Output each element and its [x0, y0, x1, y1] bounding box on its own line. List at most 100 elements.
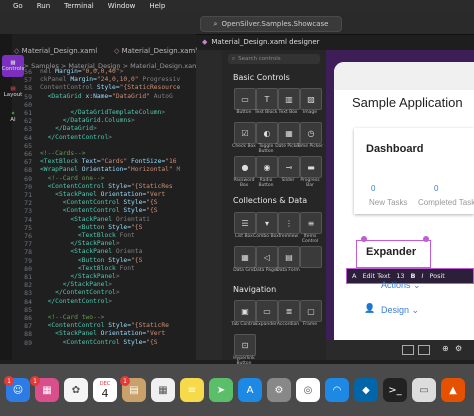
tool-image[interactable]: ▨ [300, 88, 322, 110]
tool-items-control[interactable]: ≡ [300, 212, 322, 234]
tool-icon: ☰ [241, 218, 249, 228]
italic-button[interactable]: I [422, 272, 424, 280]
controls-search[interactable]: ⌕ Search controls [228, 54, 320, 64]
code-line: <ContentControl Style="{StaticRe [47, 322, 169, 330]
tool-expander[interactable]: ▭ [256, 300, 278, 322]
chrome-icon[interactable]: ◎ [296, 378, 320, 402]
tool-data-pager[interactable]: ◁ [256, 246, 278, 268]
design-link[interactable]: Design ⌄ [381, 305, 419, 316]
settings-icon[interactable]: ⚙ [267, 378, 291, 402]
tool-icon: ▦ [241, 252, 249, 262]
tool-icon: ◉ [263, 162, 271, 172]
calendar-day: 4 [101, 386, 109, 400]
tool-hyperlink-button[interactable]: ⊡ [234, 334, 256, 356]
code-line: <ContentControl Style="{S [62, 207, 158, 215]
app-icon[interactable]: ▲ [441, 378, 465, 402]
tool-frame[interactable]: ▢ [300, 300, 322, 322]
calendar-app-icon[interactable]: ▦ [151, 378, 175, 402]
vscode-icon[interactable]: ◆ [354, 378, 378, 402]
tool-data-form[interactable]: ▤ [278, 246, 300, 268]
sidebar-item-ai[interactable]: ✦ AI [2, 106, 24, 128]
tool-data-grid[interactable]: ▦ [234, 246, 256, 268]
tool-time-picker[interactable]: ◷ [300, 122, 322, 144]
designer-icon: ◆ [202, 38, 208, 46]
editor-tab-label: Material_Design.xaml [21, 47, 98, 55]
bold-button[interactable]: B [411, 272, 416, 280]
code-line: ckPanel Margin="24,0,10,0" Progressiv [40, 76, 181, 84]
notification-badge: 1 [30, 376, 40, 386]
edit-text-button[interactable]: Edit Text [362, 272, 390, 280]
tool-icon: ▥ [285, 94, 293, 104]
tool-list-box[interactable]: ☰ [234, 212, 256, 234]
code-line: <ContentControl Style="{StaticRes [47, 182, 173, 190]
tool-icon: ≡ [307, 218, 315, 228]
app-store-icon[interactable]: A [238, 378, 262, 402]
stat-label: New Tasks [369, 198, 408, 207]
code-line: </StackPanel> [62, 281, 113, 289]
finder-window-icon[interactable]: ▭ [412, 378, 436, 402]
tool-slider[interactable]: ⊸ [278, 156, 300, 178]
tool-check-box[interactable]: ☑ [234, 122, 256, 144]
photos-icon[interactable]: ✿ [64, 378, 88, 402]
selection-handle[interactable] [361, 236, 367, 242]
stat-value: 0 [434, 184, 439, 193]
notes-icon[interactable]: ≡ [180, 378, 204, 402]
device-preview-icon[interactable] [402, 345, 414, 355]
line-number: 73 [24, 207, 32, 216]
expander-title[interactable]: Expander [366, 246, 416, 258]
code-line: <!--Card two--> [40, 314, 105, 321]
code-line: <Button Style="{S [77, 223, 143, 231]
tool-icon: ▬ [307, 162, 315, 172]
editor-tab[interactable]: ◇ Material_Design.xaml [14, 47, 97, 61]
tool-accordion[interactable]: ≣ [278, 300, 300, 322]
tool-icon: ◷ [307, 128, 315, 138]
device-preview-icon[interactable] [418, 345, 430, 355]
designer-tab[interactable]: ◆ Material_Design.xaml designer [198, 36, 326, 48]
position-button[interactable]: Posit [429, 272, 444, 280]
terminal-icon[interactable]: >_ [383, 378, 407, 402]
menu-go[interactable]: Go [13, 2, 23, 10]
menu-run[interactable]: Run [37, 2, 50, 10]
editor-tab[interactable]: ◇ Material_Design.xaml [114, 47, 197, 61]
chevron-down-icon: ⌄ [413, 280, 421, 290]
menu-window[interactable]: Window [108, 2, 136, 10]
menu-bar: Go Run Terminal Window Help [0, 0, 474, 12]
tool-icon: ● [241, 162, 249, 172]
tool-blank[interactable] [300, 246, 322, 268]
line-number: 66 [24, 150, 32, 158]
selection-handle[interactable] [423, 236, 429, 242]
tool-tab-control[interactable]: ▣ [234, 300, 256, 322]
command-center[interactable]: ⌕ OpenSilver.Samples.Showcase [200, 16, 342, 32]
calendar-icon[interactable]: DEC 4 [93, 378, 117, 402]
sidebar-item-controls[interactable]: ▦ Controls [2, 55, 24, 77]
actions-link[interactable]: Actions ⌄ [381, 280, 421, 291]
tool-combo-box[interactable]: ▾ [256, 212, 278, 234]
code-line: <TextBlock Text="Cards" FontSize="16 [40, 158, 177, 166]
maps-icon[interactable]: ➤ [209, 378, 233, 402]
app-title[interactable]: Sample Application [352, 95, 463, 110]
tool-treeview[interactable]: ⋮ [278, 212, 300, 234]
font-size-field[interactable]: 13 [396, 272, 404, 280]
tool-progress-bar[interactable]: ▬ [300, 156, 322, 178]
tool-icon: ≣ [285, 306, 293, 316]
line-number: 79 [24, 256, 32, 265]
settings-icon[interactable]: ⚙ [455, 344, 462, 353]
tool-button[interactable]: ▭ [234, 88, 256, 110]
zoom-icon[interactable]: ⊕ [442, 344, 449, 353]
line-number: 86 [24, 314, 32, 322]
tool-text-block[interactable]: T [256, 88, 278, 110]
tool-text-box[interactable]: ▥ [278, 88, 300, 110]
sidebar-item-layout[interactable]: ▤ Layout [2, 81, 24, 103]
tool-radio-button[interactable]: ◉ [256, 156, 278, 178]
menu-terminal[interactable]: Terminal [64, 2, 94, 10]
code-line: </ContentControl> [47, 133, 113, 141]
text-icon[interactable]: A [352, 272, 356, 280]
tool-date-picker[interactable]: ▦ [278, 122, 300, 144]
tool-toggle-button[interactable]: ◐ [256, 122, 278, 144]
line-number: 75 [24, 223, 32, 232]
airdrop-icon[interactable]: ◠ [325, 378, 349, 402]
tool-password-box[interactable]: ● [234, 156, 256, 178]
line-number: 82 [24, 281, 32, 290]
section-title-collections: Collections & Data [233, 196, 308, 205]
menu-help[interactable]: Help [149, 2, 165, 10]
